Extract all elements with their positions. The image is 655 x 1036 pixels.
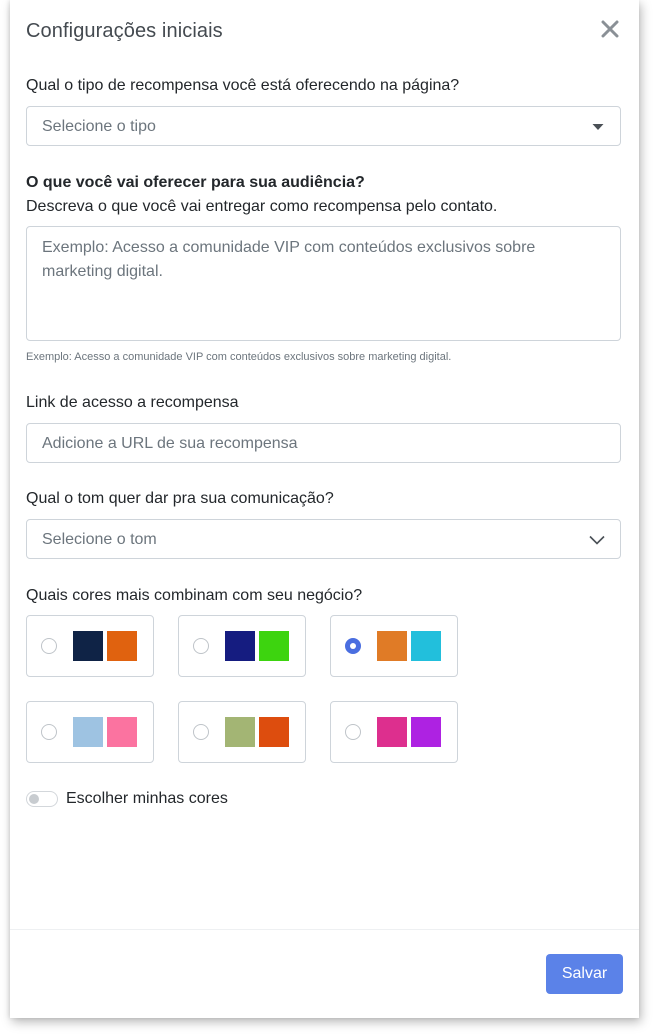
color-swatch [377, 631, 407, 661]
link-placeholder: Adicione a URL de sua recompensa [42, 435, 298, 452]
chevron-down-icon [589, 535, 605, 545]
color-option-radio[interactable] [345, 724, 361, 740]
color-swatch [411, 717, 441, 747]
offer-placeholder: Exemplo: Acesso a comunidade VIP com con… [42, 239, 536, 280]
close-icon [601, 20, 619, 38]
tone-label: Qual o tom quer dar pra sua comunicação? [26, 490, 334, 507]
offer-textarea[interactable]: Exemplo: Acesso a comunidade VIP com con… [26, 226, 621, 341]
modal-title: Configurações iniciais [26, 20, 223, 42]
tone-select[interactable]: Selecione o tom [26, 519, 621, 559]
caret-down-icon [592, 124, 604, 130]
color-option[interactable] [178, 701, 306, 763]
modal-header: Configurações iniciais [26, 18, 623, 46]
tone-placeholder: Selecione o tom [42, 531, 157, 548]
close-button[interactable] [601, 16, 623, 42]
offer-description: Descreva o que você vai entregar como re… [26, 198, 498, 215]
color-option[interactable] [26, 701, 154, 763]
link-label: Link de acesso a recompensa [26, 394, 239, 411]
color-option[interactable] [26, 615, 154, 677]
color-swatch [411, 631, 441, 661]
color-option-radio[interactable] [41, 724, 57, 740]
settings-modal: Configurações iniciais Qual o tipo de re… [10, 0, 639, 1018]
custom-colors-toggle[interactable] [26, 791, 58, 807]
color-swatch [259, 631, 289, 661]
color-option[interactable] [330, 701, 458, 763]
color-swatch [225, 717, 255, 747]
link-input[interactable]: Adicione a URL de sua recompensa [26, 423, 621, 463]
reward-type-placeholder: Selecione o tipo [42, 118, 156, 135]
toggle-knob [29, 794, 39, 804]
color-option-radio[interactable] [193, 638, 209, 654]
color-swatch [225, 631, 255, 661]
color-swatch [107, 717, 137, 747]
save-button[interactable]: Salvar [546, 954, 623, 994]
color-swatch [107, 631, 137, 661]
color-swatch [73, 631, 103, 661]
color-option-radio[interactable] [193, 724, 209, 740]
footer-divider [10, 929, 639, 930]
offer-label: O que você vai oferecer para sua audiênc… [26, 174, 365, 191]
color-swatch [259, 717, 289, 747]
custom-colors-label: Escolher minhas cores [66, 790, 228, 807]
color-swatch [73, 717, 103, 747]
color-swatch [377, 717, 407, 747]
reward-type-label: Qual o tipo de recompensa você está ofer… [26, 77, 460, 94]
color-option[interactable] [178, 615, 306, 677]
colors-label: Quais cores mais combinam com seu negóci… [26, 587, 363, 604]
color-option[interactable] [330, 615, 458, 677]
reward-type-select[interactable]: Selecione o tipo [26, 106, 621, 146]
color-option-radio[interactable] [345, 638, 361, 654]
offer-hint: Exemplo: Acesso a comunidade VIP com con… [26, 351, 452, 363]
color-option-radio[interactable] [41, 638, 57, 654]
